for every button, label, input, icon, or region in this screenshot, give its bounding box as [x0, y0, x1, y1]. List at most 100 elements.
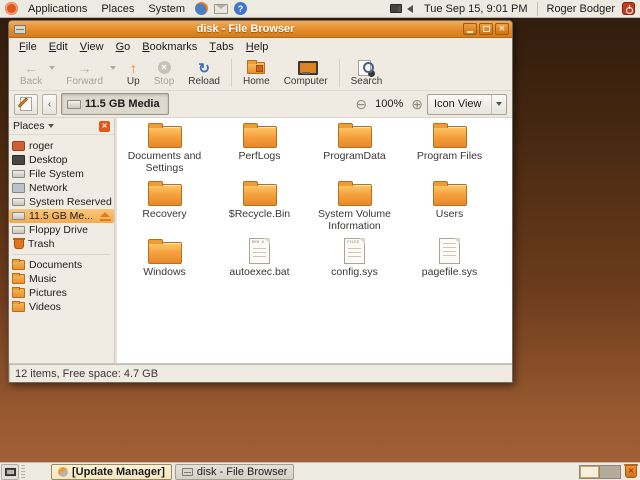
mail-launcher-icon[interactable] [214, 3, 229, 14]
trash-applet-icon[interactable] [624, 464, 638, 478]
menu-go[interactable]: Go [110, 38, 137, 55]
menu-view[interactable]: View [74, 38, 110, 55]
help-launcher-icon[interactable]: ? [234, 2, 248, 15]
file-label: System Volume Information [318, 208, 391, 232]
menu-tabs[interactable]: Tabs [203, 38, 239, 55]
back-dropdown-icon[interactable] [49, 66, 56, 70]
file-item[interactable]: Users [402, 179, 497, 237]
sidebar-item-network[interactable]: Network [9, 181, 114, 195]
file-label: config.sys [331, 266, 378, 278]
firefox-launcher-icon[interactable] [195, 2, 209, 15]
file-item[interactable]: Program Files [402, 121, 497, 179]
workspace-1[interactable] [580, 465, 600, 478]
sidebar-list: roger Desktop File System Network System… [9, 135, 114, 363]
search-label: Search [350, 76, 383, 87]
menu-places[interactable]: Places [94, 0, 141, 17]
user-menu[interactable]: Roger Bodger [542, 3, 621, 15]
task-label: [Update Manager] [72, 465, 165, 478]
file-item[interactable]: pagefile.sys [402, 237, 497, 295]
file-label: Recovery [142, 208, 187, 220]
maximize-button[interactable] [479, 23, 493, 35]
sidebar-item-documents[interactable]: Documents [9, 258, 114, 272]
sidebar-item-label: Pictures [29, 287, 67, 299]
show-desktop-button[interactable] [1, 463, 19, 480]
back-button[interactable]: ← Back [13, 59, 49, 88]
update-manager-icon [58, 466, 68, 477]
reload-icon: ↻ [198, 59, 211, 76]
file-preview-text: REM D [252, 241, 265, 245]
zoom-in-icon[interactable]: ⊕ [411, 97, 423, 111]
power-icon[interactable] [622, 2, 635, 15]
home-button[interactable]: Home [236, 56, 277, 90]
sidebar-item-trash[interactable]: Trash [9, 237, 114, 251]
taskbar-item-file-browser[interactable]: disk - File Browser [174, 463, 295, 480]
sidebar-header-select[interactable]: Places [13, 120, 45, 132]
menu-edit[interactable]: Edit [43, 38, 74, 55]
home-icon [247, 59, 266, 74]
menu-applications[interactable]: Applications [21, 0, 94, 17]
file-item[interactable]: REM D autoexec.bat [212, 237, 307, 295]
top-panel: Applications Places System ? Tue Sep 15,… [0, 0, 640, 18]
sidebar-item-system-reserved[interactable]: System Reserved [9, 195, 114, 209]
clock[interactable]: Tue Sep 15, 9:01 PM [419, 3, 533, 15]
menu-help[interactable]: Help [240, 38, 275, 55]
stop-button[interactable]: ✕ Stop [147, 56, 182, 90]
stop-label: Stop [153, 76, 175, 87]
desktop-icon [12, 155, 25, 165]
folder-icon [337, 181, 372, 206]
computer-button[interactable]: Computer [277, 56, 335, 90]
bottom-panel-right [579, 464, 638, 479]
search-button[interactable]: Search [344, 56, 390, 90]
sidebar-item-11-5-gb-media[interactable]: 11.5 GB Me... [9, 209, 114, 223]
file-item[interactable]: Documents and Settings [117, 121, 212, 179]
workspace-switcher[interactable] [579, 464, 621, 479]
forward-dropdown-icon[interactable] [109, 66, 116, 70]
file-item[interactable]: ProgramData [307, 121, 402, 179]
volume-icon[interactable] [397, 4, 413, 13]
sidebar-item-roger[interactable]: roger [9, 139, 114, 153]
window-app-icon [14, 24, 26, 34]
drive-icon [12, 198, 25, 206]
file-item[interactable]: PerfLogs [212, 121, 307, 179]
reload-label: Reload [188, 76, 220, 87]
up-button[interactable]: ↑ Up [120, 56, 147, 90]
workspace-2[interactable] [600, 465, 620, 478]
close-button[interactable]: ✕ [495, 23, 509, 35]
file-label: Program Files [416, 150, 483, 162]
stop-icon: ✕ [157, 61, 171, 74]
file-browser-window: disk - File Browser ✕ File Edit View Go … [8, 20, 513, 383]
edit-location-button[interactable] [14, 93, 38, 115]
toolbar-separator [338, 59, 340, 87]
path-button[interactable]: 11.5 GB Media [61, 93, 169, 115]
sidebar-close-icon[interactable]: ✕ [99, 120, 110, 132]
taskbar-item-update-manager[interactable]: [Update Manager] [51, 463, 172, 480]
eject-icon[interactable] [100, 211, 111, 221]
sidebar-item-file-system[interactable]: File System [9, 167, 114, 181]
show-desktop-icon [4, 467, 16, 476]
menu-file[interactable]: File [13, 38, 43, 55]
file-item[interactable]: FILES config.sys [307, 237, 402, 295]
window-list-grip[interactable] [21, 465, 25, 478]
file-item[interactable]: Recovery [117, 179, 212, 237]
up-icon: ↑ [129, 59, 137, 76]
sidebar-item-floppy-drive[interactable]: Floppy Drive [9, 223, 114, 237]
menu-bookmarks[interactable]: Bookmarks [136, 38, 203, 55]
view-mode-select[interactable]: Icon View [427, 93, 507, 115]
file-item[interactable]: $Recycle.Bin [212, 179, 307, 237]
path-scroll-left-button[interactable]: ‹ [42, 93, 57, 115]
sidebar-item-pictures[interactable]: Pictures [9, 286, 114, 300]
places-sidebar: Places ✕ roger Desktop File System Netwo… [9, 118, 114, 363]
file-label: Users [435, 208, 464, 220]
file-item[interactable]: System Volume Information [307, 179, 402, 237]
sidebar-item-desktop[interactable]: Desktop [9, 153, 114, 167]
sidebar-item-music[interactable]: Music [9, 272, 114, 286]
icon-view[interactable]: Documents and Settings PerfLogs ProgramD… [117, 118, 512, 363]
zoom-out-icon[interactable]: ⊖ [355, 97, 367, 111]
file-item[interactable]: Windows [117, 237, 212, 295]
reload-button[interactable]: ↻ Reload [181, 56, 227, 90]
titlebar[interactable]: disk - File Browser ✕ [9, 21, 512, 38]
sidebar-item-videos[interactable]: Videos [9, 300, 114, 314]
forward-button[interactable]: → Forward [59, 59, 110, 88]
minimize-button[interactable] [463, 23, 477, 35]
menu-system[interactable]: System [141, 0, 192, 17]
